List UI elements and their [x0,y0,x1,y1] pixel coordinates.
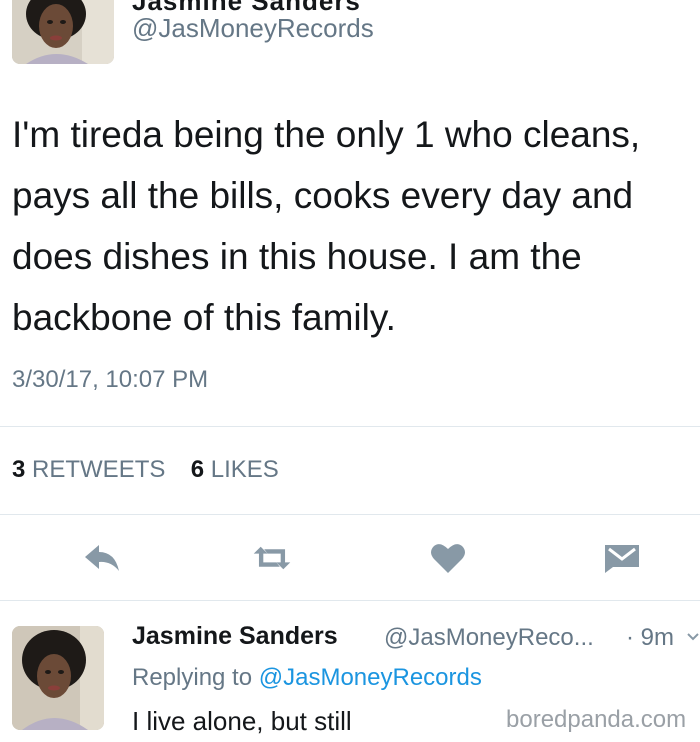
replying-to-link[interactable]: @JasMoneyRecords [259,664,482,691]
like-button[interactable] [428,538,468,578]
divider [0,426,700,427]
retweet-icon [253,546,291,570]
reply-avatar[interactable] [12,626,104,730]
user-handle[interactable]: @JasMoneyRecords [132,13,374,44]
divider [0,514,700,515]
message-button[interactable] [602,538,642,578]
envelope-icon [605,545,639,573]
watermark: boredpanda.com [506,706,687,733]
reply-text: I live alone, but still [132,706,352,736]
chevron-down-icon[interactable] [686,630,700,644]
reply-display-name[interactable]: Jasmine Sanders [132,622,338,651]
heart-icon [431,544,465,573]
tweet-header: Jasmine Sanders @JasMoneyRecords [0,0,700,80]
avatar-photo [12,626,104,730]
retweet-count: 3 [12,456,26,483]
replying-prefix: Replying to [132,664,253,691]
avatar[interactable] [12,0,114,64]
reply-icon [85,545,119,571]
retweet-stat[interactable]: 3 RETWEETS [12,456,165,483]
reply-user-handle[interactable]: @JasMoneyReco... [384,624,594,652]
tweet-timestamp[interactable]: 3/30/17, 10:07 PM [12,366,208,394]
divider [0,600,700,601]
reply-time[interactable]: · 9m [626,624,674,652]
retweet-label: RETWEETS [32,456,166,483]
retweet-button[interactable] [252,538,292,578]
avatar-photo [12,0,114,64]
reply-button[interactable] [82,538,122,578]
like-stat[interactable]: 6 LIKES [191,456,279,483]
tweet-stats: 3 RETWEETS 6 LIKES [12,456,279,484]
like-label: LIKES [210,456,279,483]
like-count: 6 [190,456,205,483]
replying-to: Replying to @JasMoneyRecords [132,664,482,692]
tweet-text: I'm tireda being the only 1 who cleans, … [12,114,641,338]
